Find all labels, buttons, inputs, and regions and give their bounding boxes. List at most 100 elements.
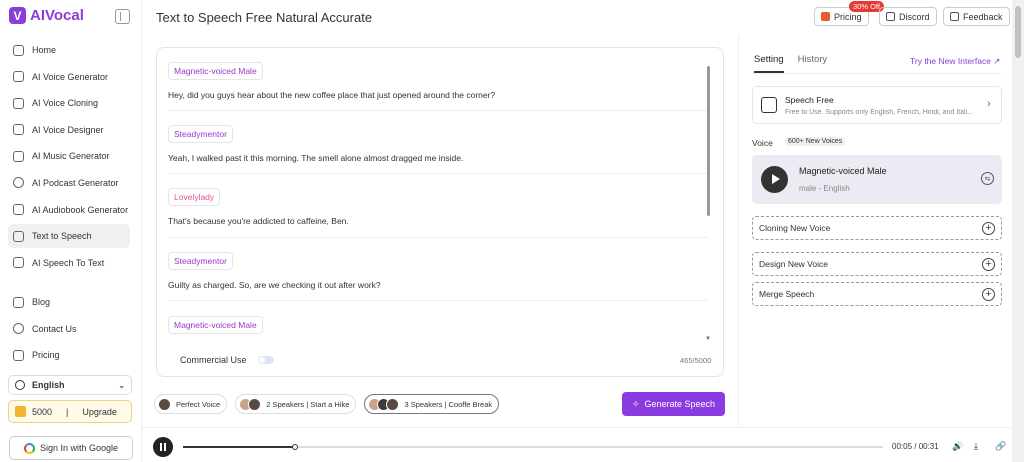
coin-icon	[15, 406, 26, 417]
divider	[168, 173, 708, 174]
sidebar-item-label: AI Speech To Text	[32, 257, 105, 268]
dialog-block[interactable]: Steadymentor Yeah, I walked past it this…	[168, 124, 708, 163]
sidebar-item-label: Home	[32, 45, 57, 55]
discord-button[interactable]: Discord	[879, 7, 937, 26]
sidebar-item-voice-generator[interactable]: AI Voice Generator	[8, 65, 130, 89]
preset-two-speakers[interactable]: 2 Speakers | Start a Hike	[235, 394, 357, 414]
sidebar-item-audiobook-generator[interactable]: AI Audiobook Generator	[8, 198, 130, 222]
tab-setting[interactable]: Setting	[754, 54, 784, 73]
sidebar-nav-secondary: Blog Contact Us Pricing	[8, 290, 130, 370]
speaker-tag[interactable]: Lovelylady	[168, 188, 221, 206]
page-scrollbar-thumb[interactable]	[1015, 6, 1021, 58]
sidebar-item-label: Pricing	[32, 350, 60, 361]
avatar	[248, 397, 262, 411]
sidebar-item-contact[interactable]: Contact Us	[8, 317, 130, 341]
speaker-tag[interactable]: Steadymentor	[168, 125, 233, 143]
model-description: Free to Use. Supports only English, Fren…	[785, 109, 973, 116]
chevron-right-icon: ›	[987, 98, 991, 110]
feedback-label: Feedback	[963, 11, 1003, 22]
editor-scrollbar[interactable]	[707, 66, 710, 216]
progress-handle[interactable]	[292, 444, 298, 450]
dialog-text[interactable]: That's because you're addicted to caffei…	[168, 216, 708, 226]
dialog-text[interactable]: Yeah, I walked past it this morning. The…	[168, 153, 708, 163]
sidebar-item-label: AI Voice Cloning	[32, 98, 99, 109]
tab-history[interactable]: History	[798, 54, 828, 73]
language-value: English	[32, 380, 65, 390]
sidebar-item-label: Contact Us	[32, 323, 77, 334]
speaker-tag[interactable]: Steadymentor	[168, 252, 233, 270]
swap-voice-icon[interactable]: ⇆	[981, 172, 994, 185]
sidebar-nav: Home AI Voice Generator AI Voice Cloning…	[8, 38, 130, 277]
scroll-down-icon[interactable]: ▼	[705, 336, 711, 342]
sidebar-item-voice-designer[interactable]: AI Voice Designer	[8, 118, 130, 142]
merge-speech-button[interactable]: Merge Speech +	[752, 282, 1002, 306]
preset-three-speakers[interactable]: 3 Speakers | Cooffe Break	[364, 394, 500, 414]
volume-icon[interactable]: 🔊	[952, 441, 963, 452]
sidebar-item-music-generator[interactable]: AI Music Generator	[8, 144, 130, 168]
commercial-toggle[interactable]	[257, 356, 274, 364]
sidebar-item-label: AI Audiobook Generator	[32, 204, 129, 215]
sidebar-item-voice-cloning[interactable]: AI Voice Cloning	[8, 91, 130, 115]
signin-label: Sign In with Google	[39, 443, 119, 453]
speech-model-select[interactable]: Speech Free Free to Use. Supports only E…	[752, 86, 1002, 124]
try-new-interface-link[interactable]: Try the New Interface ↗	[910, 56, 1000, 67]
sidebar-item-blog[interactable]: Blog	[8, 290, 130, 314]
sidebar-collapse-icon[interactable]	[115, 9, 130, 24]
feedback-button[interactable]: Feedback	[943, 7, 1010, 26]
globe-icon	[15, 380, 25, 390]
logo[interactable]: V AIVocal	[9, 7, 84, 24]
voice-label: Voice	[752, 138, 773, 148]
design-new-voice-button[interactable]: Design New Voice +	[752, 252, 1002, 276]
speech-to-text-icon	[13, 257, 24, 269]
dialog-block[interactable]: Magnetic-voiced Male	[168, 315, 708, 334]
app-root: V AIVocal Home AI Voice Generator AI Voi…	[0, 0, 1024, 462]
preset-perfect-voice[interactable]: Perfect Voice	[154, 394, 228, 414]
dialog-block[interactable]: Lovelylady That's because you're addicte…	[168, 187, 708, 226]
google-signin-button[interactable]: Sign In with Google	[9, 436, 133, 460]
play-icon[interactable]	[761, 166, 788, 193]
generate-speech-button[interactable]: ✧ Generate Speech	[622, 392, 725, 416]
dialog-block[interactable]: Steadymentor Guilty as charged. So, are …	[168, 251, 708, 290]
blog-icon	[13, 296, 24, 308]
pricing-label: Pricing	[834, 11, 862, 22]
sidebar-item-pricing[interactable]: Pricing	[8, 343, 130, 367]
sidebar-item-podcast-generator[interactable]: AI Podcast Generator	[8, 171, 130, 195]
sparkle-icon: ✧	[631, 398, 640, 409]
sidebar-item-speech-to-text[interactable]: AI Speech To Text	[8, 251, 130, 275]
page-scrollbar[interactable]	[1012, 0, 1024, 462]
language-select[interactable]: English ⌄	[8, 375, 132, 395]
plus-icon: +	[982, 258, 995, 271]
char-count: 465/5000	[680, 356, 712, 365]
gift-icon	[13, 349, 24, 361]
pause-icon[interactable]	[153, 437, 173, 457]
link-icon[interactable]: 🔗	[995, 441, 1006, 452]
cloning-new-voice-button[interactable]: Cloning New Voice +	[752, 216, 1002, 240]
sidebar-item-label: Text to Speech	[32, 231, 92, 242]
selected-voice-card[interactable]: Magnetic-voiced Male male - English ⇆	[752, 155, 1002, 204]
gift-icon	[821, 12, 830, 21]
avatar-group	[158, 397, 171, 411]
google-icon	[23, 442, 35, 454]
design-label: Design New Voice	[759, 259, 828, 269]
sidebar-item-home[interactable]: Home	[8, 38, 130, 62]
plus-icon: +	[982, 222, 995, 235]
discord-icon	[886, 12, 895, 21]
sidebar-item-text-to-speech[interactable]: Text to Speech	[8, 224, 130, 249]
voice-cloning-icon	[13, 97, 24, 109]
avatar	[386, 397, 400, 411]
logo-icon: V	[9, 7, 26, 24]
speaker-tag[interactable]: Magnetic-voiced Male	[168, 316, 263, 334]
progress-bar[interactable]	[183, 444, 883, 450]
waveform-icon	[761, 97, 777, 113]
speaker-tag[interactable]: Magnetic-voiced Male	[168, 62, 263, 80]
commercial-label: Commercial Use	[180, 355, 247, 365]
sidebar-item-label: AI Music Generator	[32, 151, 110, 162]
dialog-text[interactable]: Hey, did you guys hear about the new cof…	[168, 90, 708, 100]
model-title: Speech Free	[785, 95, 834, 105]
music-icon	[13, 150, 24, 162]
dialog-block[interactable]: Magnetic-voiced Male Hey, did you guys h…	[168, 61, 708, 100]
generate-label: Generate Speech	[644, 399, 716, 409]
upgrade-link[interactable]: Upgrade	[82, 407, 117, 417]
download-icon[interactable]: ⤓	[974, 441, 978, 452]
dialog-text[interactable]: Guilty as charged. So, are we checking i…	[168, 280, 708, 290]
